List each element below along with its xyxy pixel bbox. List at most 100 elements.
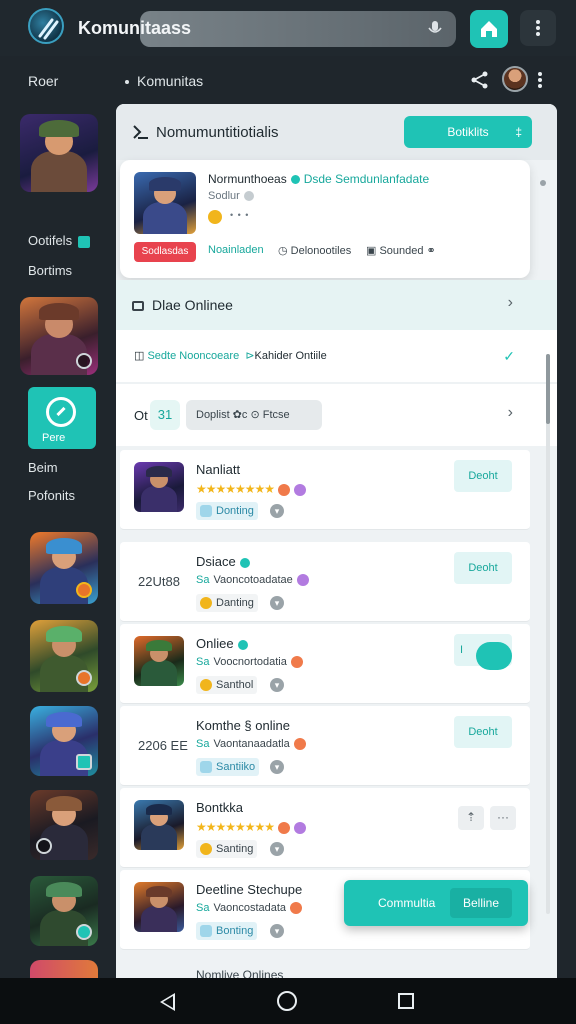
game-action-button[interactable]: Deoht — [454, 460, 512, 492]
badge-icon — [278, 822, 291, 835]
system-nav-bar — [0, 978, 576, 1024]
game-action-button[interactable]: Deoht — [454, 552, 512, 584]
game-list-item[interactable]: 22Ut88 Dsiace Sa Vaoncotoadatae Danting ▾… — [120, 542, 530, 622]
gem-icon — [294, 484, 307, 497]
featured-thumb — [134, 172, 196, 234]
user-avatar[interactable] — [502, 66, 528, 92]
game-status: Donting — [196, 502, 258, 520]
badge-icon — [290, 902, 303, 915]
verified-icon — [290, 175, 300, 185]
section-filter[interactable]: ◫ Sedte Nooncoeare ⊳Kahider Ontiile ✓ — [116, 330, 557, 382]
badge-icon — [76, 670, 92, 686]
community-cta-button[interactable]: Commultia Belline — [344, 880, 528, 926]
info-icon[interactable]: ▾ — [270, 596, 284, 610]
rail-game-thumb[interactable] — [30, 620, 98, 692]
info-icon[interactable]: ▾ — [270, 678, 284, 692]
rail-game-thumb[interactable] — [30, 706, 98, 776]
rail-label-text: Ootifels — [28, 233, 73, 248]
overflow-menu-button[interactable] — [520, 10, 556, 46]
sort-dropdown[interactable]: Doplist ✿c ⊙ Ftcse — [186, 400, 322, 430]
featured-card[interactable]: Normunthoeas Dsde Semdunlanfadate Sodlur … — [120, 160, 530, 278]
featured-dots: • • • — [230, 210, 250, 220]
rail-label[interactable]: Pofonits — [28, 488, 75, 503]
featured-meta[interactable]: ◷ Delonootiles — [278, 244, 351, 257]
game-list-item[interactable]: Onliee Sa Voocnortodatia Santhol ▾ I — [120, 624, 530, 704]
featured-red-button[interactable]: Sodlasdas — [134, 242, 196, 262]
game-list-item[interactable]: 2206 EE Komthe § online Sa Vaontanaadatla… — [120, 706, 530, 786]
game-thumb — [134, 462, 184, 512]
star-rating-icon: ★★★★★★★★ — [196, 820, 275, 834]
count-pill[interactable]: 31 — [150, 400, 180, 430]
share-icon[interactable] — [470, 70, 490, 90]
info-icon[interactable]: ▾ — [270, 842, 284, 856]
more-vertical-icon[interactable] — [538, 72, 542, 88]
info-icon[interactable]: ▾ — [270, 924, 284, 938]
rail-label[interactable]: Ootifels — [28, 233, 91, 248]
game-sub-a: Sa — [196, 574, 210, 586]
header-action-button[interactable]: Botiklits ‡ — [404, 116, 532, 148]
sub-header: Roer Komunitas — [0, 58, 576, 102]
panel-header: Nomumuntitiotialis Botiklits ‡ — [116, 104, 557, 160]
rail-label[interactable]: Bortims — [28, 263, 72, 278]
recent-apps-icon[interactable] — [398, 993, 414, 1009]
game-prefix: 2206 EE — [138, 738, 188, 753]
game-subtitle: Sa Voocnortodatia — [196, 656, 303, 669]
game-sub-a: Sa — [196, 902, 210, 914]
game-subtitle: Sa Vaoncostadata — [196, 902, 303, 915]
game-name: Komthe § online — [196, 718, 290, 733]
game-name: Bontkka — [196, 800, 243, 815]
pin-icon — [133, 125, 148, 139]
section-sort-prefix: Ot — [134, 408, 148, 423]
app-logo-icon[interactable] — [28, 8, 64, 44]
rail-label[interactable]: Beim — [28, 460, 58, 475]
game-sub-text: Voocnortodatia — [213, 656, 287, 668]
verified-icon — [239, 557, 250, 568]
game-name: Nanliatt — [196, 462, 241, 477]
info-icon[interactable]: ▾ — [270, 760, 284, 774]
section-sort[interactable]: Ot 31 Doplist ✿c ⊙ Ftcse › — [116, 384, 557, 446]
scrollbar-thumb[interactable] — [546, 354, 550, 424]
clock-icon: ◷ — [278, 245, 291, 257]
badge-icon — [290, 656, 303, 669]
home-circle-icon[interactable] — [277, 991, 297, 1011]
home-button[interactable] — [470, 10, 508, 48]
rail-game-thumb[interactable] — [30, 532, 98, 604]
rail-game-thumb[interactable] — [30, 960, 98, 978]
rail-game-thumb[interactable] — [30, 876, 98, 946]
cta-label: Commultia — [378, 896, 436, 910]
game-list-item[interactable]: Bontkka ★★★★★★★★ Santing ▾ ⇡ ··· — [120, 788, 530, 868]
tag-icon: ⊳ — [245, 350, 255, 362]
rail-item-active[interactable]: Pere — [28, 387, 96, 449]
rail-game-thumb[interactable] — [20, 114, 98, 192]
featured-meta-link[interactable]: Noainladen — [208, 244, 264, 256]
chevron-right-icon: › — [507, 404, 513, 421]
scrollbar-track[interactable] — [546, 354, 550, 914]
rail-game-thumb[interactable] — [30, 790, 98, 860]
featured-name: Normunthoeas — [208, 172, 287, 186]
pin-button[interactable]: ⇡ — [458, 806, 484, 830]
game-rating: ★★★★★★★★ — [196, 820, 307, 835]
game-thumb — [134, 882, 184, 932]
badge-icon — [293, 738, 306, 751]
cta-secondary-button[interactable]: Belline — [450, 888, 512, 918]
section-online[interactable]: Dlae Onlinee › — [116, 280, 557, 330]
game-list-item[interactable]: Nanliatt ★★★★★★★★ Donting ▾ Deoht — [120, 450, 530, 530]
section-online-title: Dlae Onlinee — [132, 297, 233, 313]
game-action-button[interactable]: Deoht — [454, 716, 512, 748]
mic-icon[interactable] — [428, 21, 442, 37]
game-subtitle: Sa Vaoncotoadatae — [196, 574, 309, 587]
rail-game-thumb[interactable] — [20, 297, 98, 375]
app-title: Komunitaass — [78, 18, 192, 38]
coin-icon — [208, 210, 222, 224]
more-button[interactable]: ··· — [490, 806, 516, 830]
info-icon[interactable]: ▾ — [270, 504, 284, 518]
section-label: Roer — [28, 73, 59, 89]
featured-meta[interactable]: ▣ Sounded ⚭ — [366, 244, 436, 257]
folder-icon — [132, 301, 144, 312]
back-icon[interactable] — [160, 993, 175, 1011]
compass-icon — [46, 397, 76, 427]
grid-icon: ▣ — [366, 245, 380, 257]
toggle-switch[interactable] — [476, 642, 512, 670]
panel-title: Nomumuntitiotialis — [156, 124, 279, 141]
game-status: Bonting — [196, 922, 258, 940]
